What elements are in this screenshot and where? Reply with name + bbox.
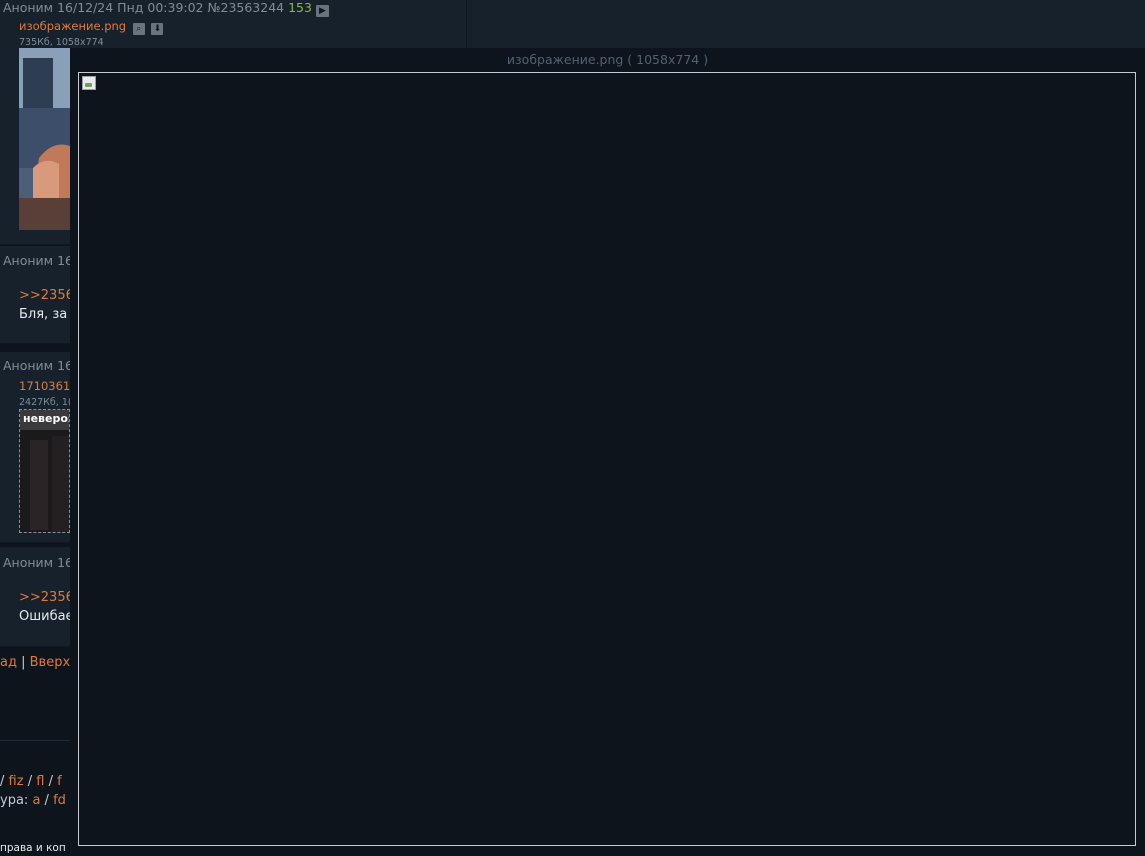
slash: /: [0, 774, 5, 789]
thread-nav: ад | Вверх: [0, 655, 70, 670]
file-name-link[interactable]: изображение.png: [19, 19, 126, 33]
broken-image-icon: [82, 76, 96, 90]
image-viewer-frame[interactable]: [78, 72, 1136, 846]
thread-header-strip: [467, 0, 1145, 48]
file-meta: 2427Кб, 1(: [19, 397, 72, 408]
post-header: Аноним 16/12/24 Пнд 00:39:02 №23563244 1…: [3, 0, 329, 17]
top-link[interactable]: Вверх: [30, 655, 71, 670]
reply-count[interactable]: 153: [288, 0, 312, 15]
slash: /: [27, 774, 33, 789]
slash: /: [48, 774, 53, 789]
board-link-fd[interactable]: fd: [53, 793, 66, 808]
board-link-fl[interactable]: fl: [36, 774, 44, 789]
play-icon[interactable]: ▶: [315, 5, 329, 17]
download-icon[interactable]: ⬇: [151, 23, 164, 35]
file-attachment: изображение.png ⌕ ⬇: [19, 19, 164, 35]
nav-separator: |: [21, 655, 26, 670]
post-thumbnail[interactable]: [19, 48, 70, 230]
boards-row-1: / fiz / fl / f: [0, 774, 62, 789]
search-icon[interactable]: ⌕: [132, 23, 145, 35]
back-link[interactable]: ад: [0, 655, 17, 670]
boards-category-label: ура:: [0, 793, 29, 808]
board-link-a[interactable]: a: [32, 793, 40, 808]
post-header: Аноним 16: [3, 555, 73, 570]
post-thumbnail[interactable]: невероя: [19, 409, 70, 533]
file-name-link[interactable]: 17103614: [19, 379, 78, 393]
post-text: Ошибае: [19, 609, 74, 624]
thumbnail-caption: невероя: [23, 412, 70, 425]
file-meta: 735Кб, 1058x774: [19, 37, 104, 48]
slash: /: [44, 793, 49, 808]
board-link-f[interactable]: f: [57, 774, 62, 789]
post-text: Бля, за: [19, 307, 68, 322]
copyright-text: права и коп: [0, 842, 66, 854]
boards-row-2: ура: a / fd: [0, 793, 66, 808]
board-link-fiz[interactable]: fiz: [9, 774, 24, 789]
post-author-date-number: Аноним 16/12/24 Пнд 00:39:02 №23563244: [3, 0, 285, 15]
post-header: Аноним 16: [3, 253, 73, 268]
divider: [0, 740, 70, 741]
post-header: Аноним 16: [3, 358, 73, 373]
image-viewer-caption: изображение.png ( 1058x774 ): [506, 52, 709, 67]
